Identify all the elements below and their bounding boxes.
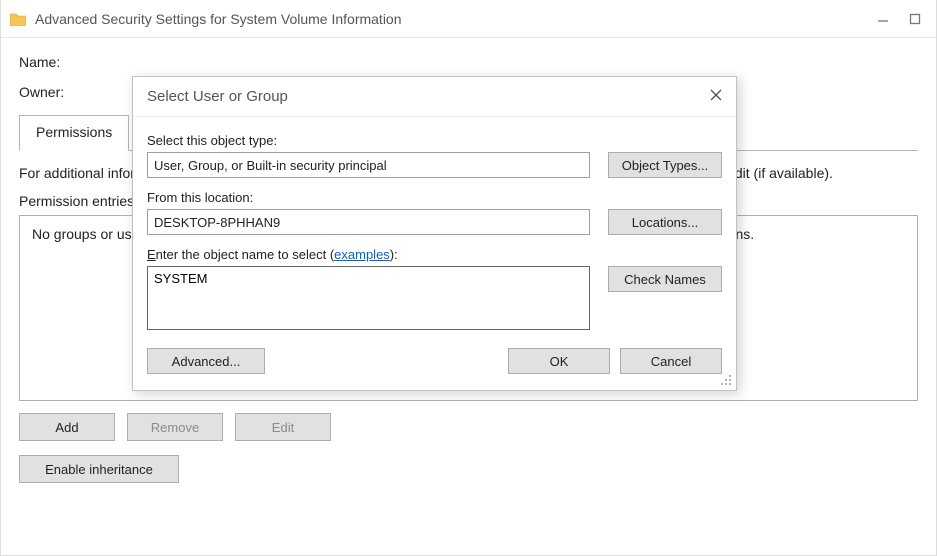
minimize-button[interactable] [876, 12, 890, 26]
edit-button[interactable]: Edit [235, 413, 331, 441]
dialog-title: Select User or Group [147, 88, 710, 105]
object-name-input[interactable] [147, 266, 590, 330]
select-user-dialog: Select User or Group Select this object … [132, 76, 737, 391]
ok-button[interactable]: OK [508, 348, 610, 374]
location-field[interactable] [147, 209, 590, 235]
enable-inheritance-button[interactable]: Enable inheritance [19, 455, 179, 483]
object-type-field[interactable] [147, 152, 590, 178]
object-type-label: Select this object type: [147, 133, 722, 148]
advanced-security-window: Advanced Security Settings for System Vo… [0, 0, 937, 556]
examples-link[interactable]: examples [334, 247, 390, 262]
owner-label: Owner: [19, 84, 129, 100]
locations-button[interactable]: Locations... [608, 209, 722, 235]
cancel-button[interactable]: Cancel [620, 348, 722, 374]
resize-grip-icon[interactable] [719, 373, 733, 387]
folder-icon [9, 10, 27, 28]
remove-button[interactable]: Remove [127, 413, 223, 441]
tab-permissions[interactable]: Permissions [19, 115, 129, 151]
object-types-button[interactable]: Object Types... [608, 152, 722, 178]
dialog-titlebar[interactable]: Select User or Group [133, 77, 736, 117]
titlebar[interactable]: Advanced Security Settings for System Vo… [1, 0, 936, 38]
add-button[interactable]: Add [19, 413, 115, 441]
maximize-button[interactable] [908, 12, 922, 26]
enter-name-label: Enter the object name to select (example… [147, 247, 722, 262]
location-label: From this location: [147, 190, 722, 205]
check-names-button[interactable]: Check Names [608, 266, 722, 292]
close-icon[interactable] [710, 88, 722, 105]
name-label: Name: [19, 54, 129, 70]
window-title: Advanced Security Settings for System Vo… [35, 11, 876, 27]
advanced-button[interactable]: Advanced... [147, 348, 265, 374]
